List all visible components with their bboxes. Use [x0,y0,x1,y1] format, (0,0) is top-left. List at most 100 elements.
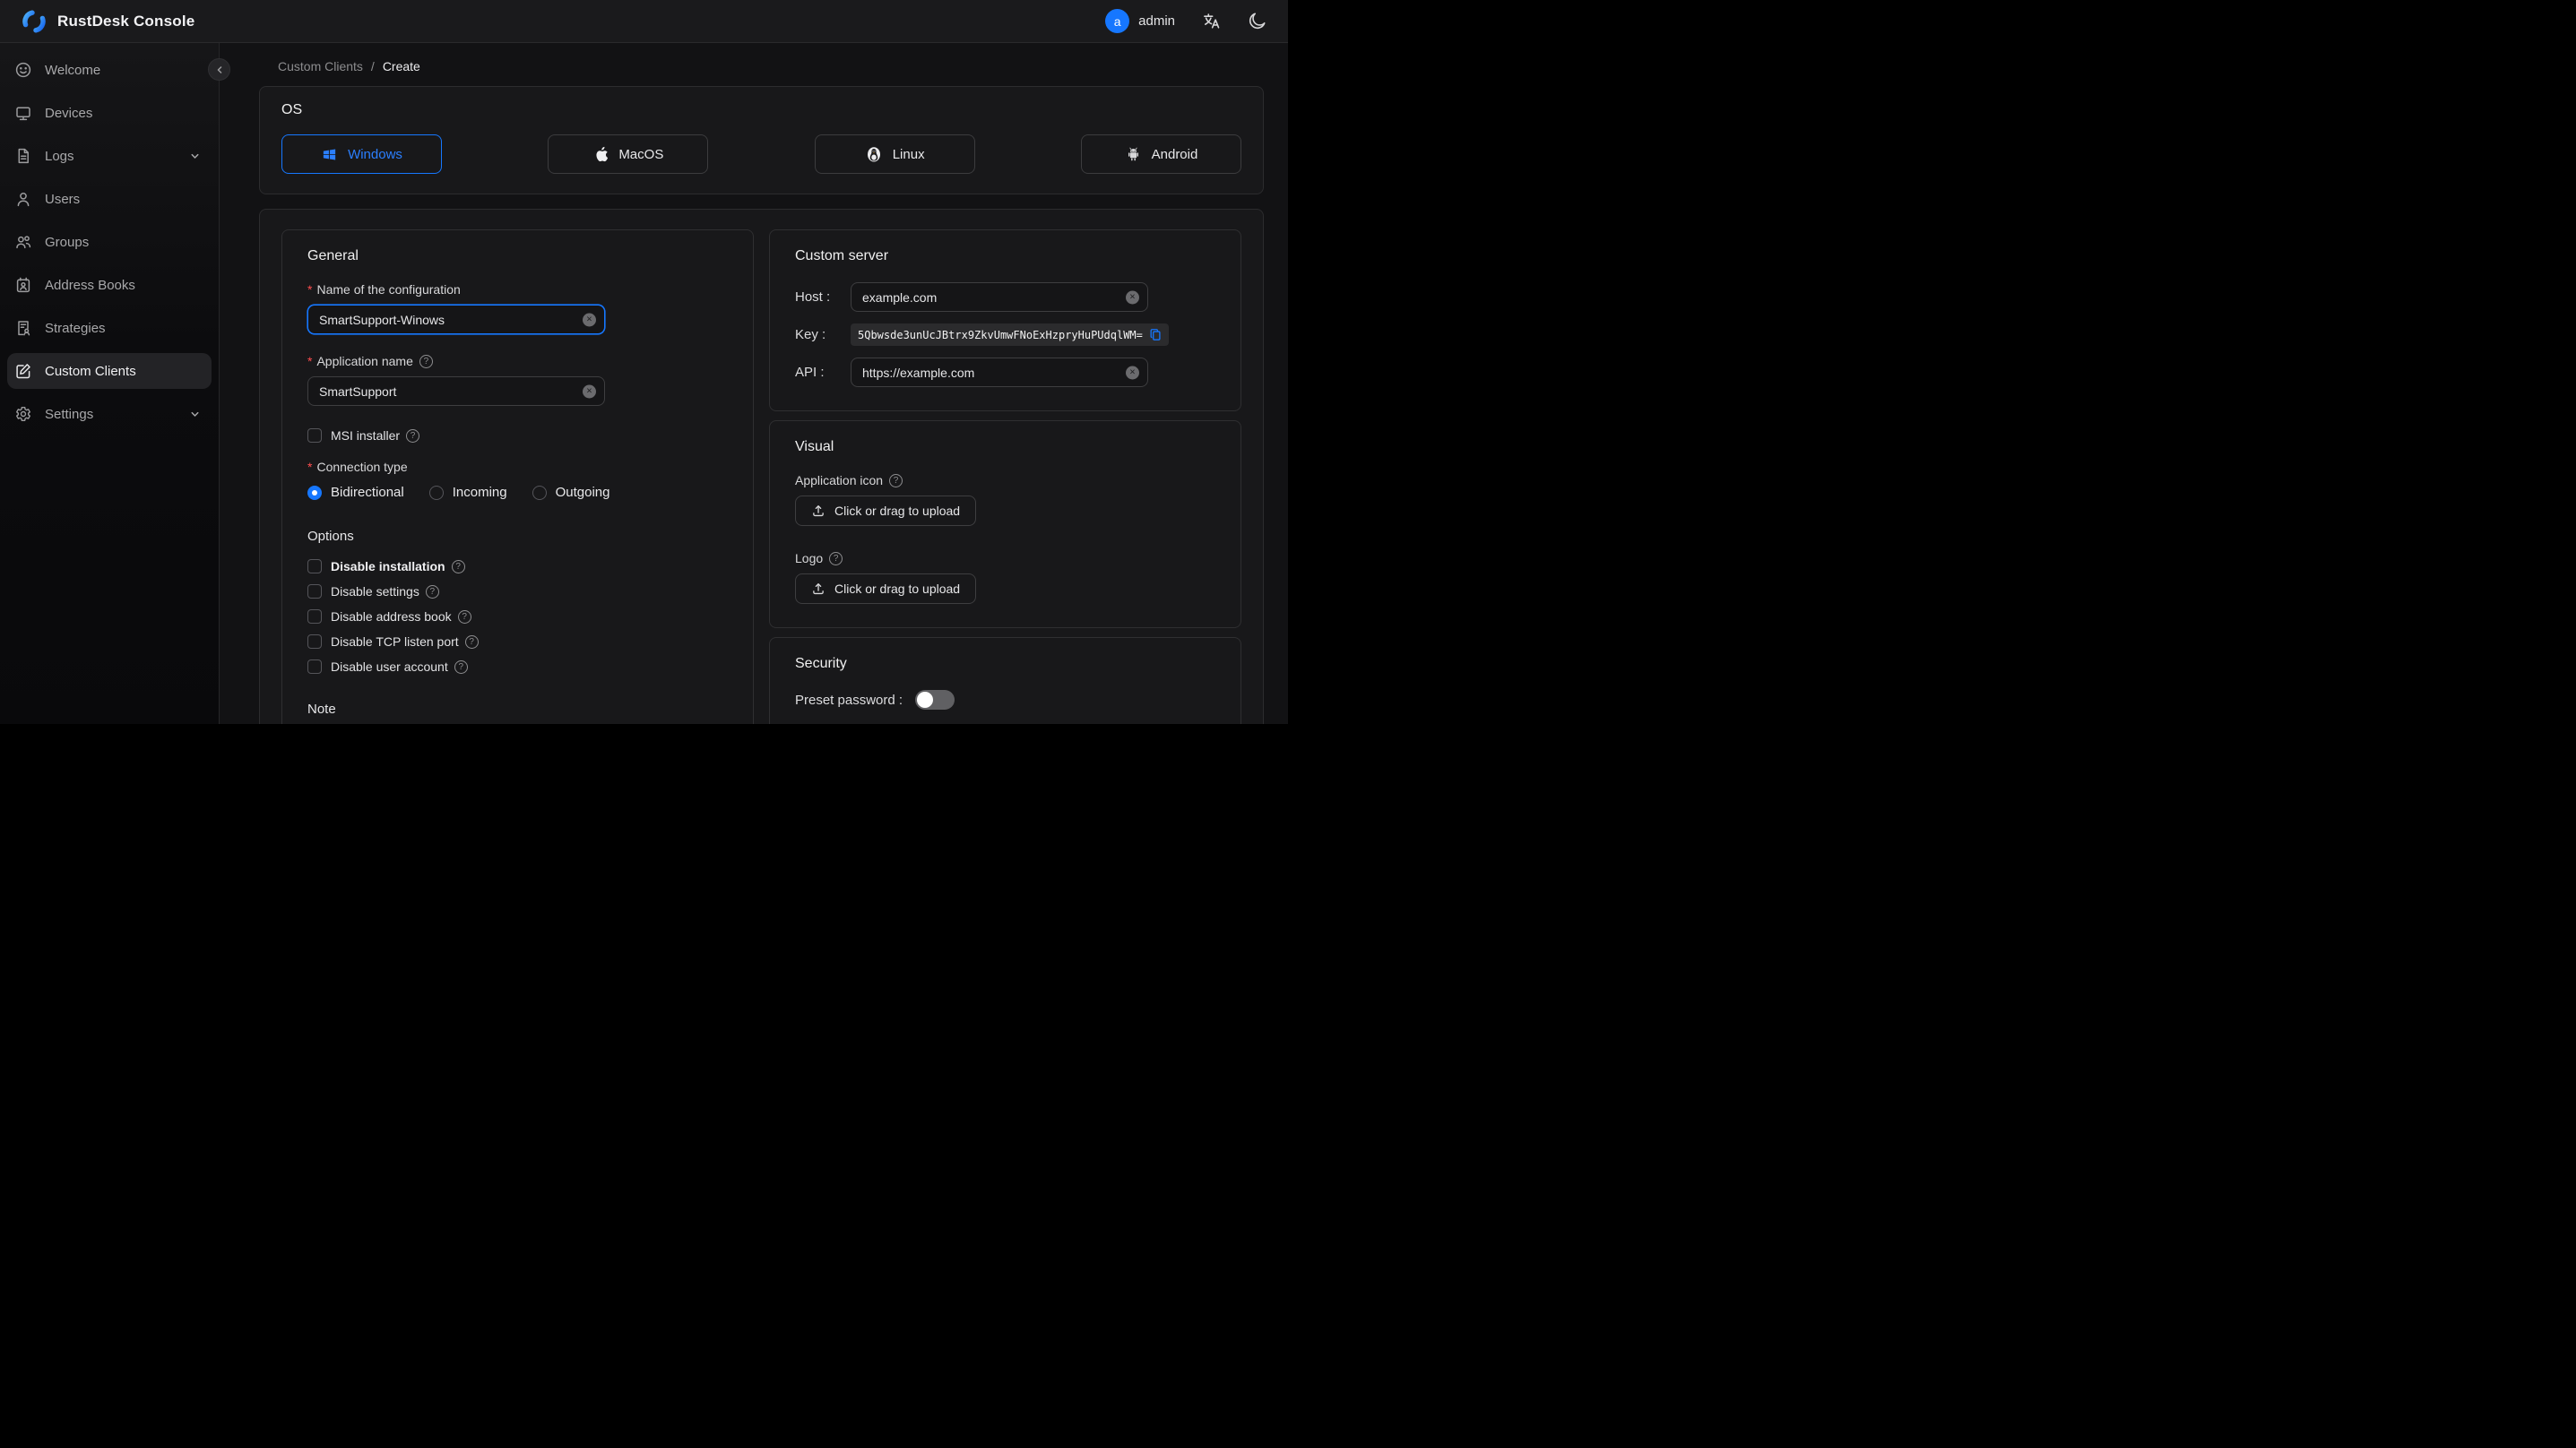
options-title: Options [307,529,354,544]
brand: RustDesk Console [22,9,194,34]
general-title: General [307,248,359,263]
required-asterisk: * [307,460,313,474]
android-logo-icon [1125,145,1142,163]
security-card: Security Preset password : [769,637,1241,724]
shell: Welcome Devices Logs Users Groups Addres… [0,43,1288,724]
application-name-input[interactable] [307,376,605,406]
clear-icon[interactable]: × [1126,290,1139,304]
os-button-label: Android [1151,146,1198,162]
sidebar-item-label: Address Books [45,277,135,293]
top-bar: RustDesk Console a admin [0,0,1288,43]
os-button-linux[interactable]: Linux [814,134,975,174]
host-input[interactable] [851,282,1148,312]
apple-logo-icon [592,145,609,163]
checkbox[interactable] [307,634,322,649]
clear-icon[interactable]: × [583,384,596,398]
help-icon[interactable]: ? [464,634,479,649]
radio-bidirectional[interactable]: Bidirectional [307,485,404,500]
sidebar-item-devices[interactable]: Devices [7,95,212,131]
sidebar-item-custom-clients[interactable]: Custom Clients [7,353,212,389]
os-button-android[interactable]: Android [1080,134,1241,174]
sidebar-item-strategies[interactable]: Strategies [7,310,212,346]
user-icon [14,190,32,208]
windows-logo-icon [321,146,338,163]
main-content: Custom Clients / Create OS Windows MacOS… [220,43,1288,724]
host-label: Host : [795,289,831,305]
username: admin [1138,13,1175,29]
host-row: Host : × [795,282,1215,312]
chevron-down-icon [189,409,201,420]
visual-title: Visual [795,439,834,454]
os-buttons: Windows MacOS Linux Android [281,134,1241,174]
sidebar-item-settings[interactable]: Settings [7,396,212,432]
sidebar-item-logs[interactable]: Logs [7,138,212,174]
api-label: API : [795,365,825,380]
checkbox[interactable] [307,559,322,573]
edit-square-icon [14,362,32,380]
radio-incoming[interactable]: Incoming [428,485,507,500]
dark-mode-icon[interactable] [1248,12,1266,30]
required-asterisk: * [307,282,313,297]
clear-icon[interactable]: × [583,313,596,326]
rustdesk-console-page: RustDesk Console a admin Welcome Devices… [0,0,1288,724]
application-icon-upload-button[interactable]: Click or drag to upload [795,496,977,526]
logo-label: Logo ? [795,551,1215,565]
preset-password-label: Preset password : [795,692,903,708]
connection-type-radios: Bidirectional Incoming Outgoing [307,485,728,500]
sidebar-item-groups[interactable]: Groups [7,224,212,260]
help-icon[interactable]: ? [889,473,903,487]
radio-unselected-icon[interactable] [532,485,547,500]
breadcrumb-parent[interactable]: Custom Clients [278,59,363,73]
help-icon[interactable]: ? [454,659,468,674]
monitor-icon [14,104,32,122]
avatar[interactable]: a [1105,9,1130,33]
sidebar-item-label: Welcome [45,62,101,78]
help-icon[interactable]: ? [829,551,843,565]
logo-upload-button[interactable]: Click or drag to upload [795,573,977,604]
sidebar-item-label: Logs [45,148,74,164]
os-title: OS [281,102,303,117]
sidebar-item-address-books[interactable]: Address Books [7,267,212,303]
upload-icon [811,582,826,596]
radio-outgoing[interactable]: Outgoing [532,485,609,500]
msi-installer-checkbox[interactable] [307,428,322,443]
radio-selected-icon[interactable] [307,485,322,500]
os-button-macos[interactable]: MacOS [548,134,709,174]
note-title: Note [307,702,336,717]
help-icon[interactable]: ? [425,584,439,599]
help-icon[interactable]: ? [419,354,433,368]
clear-icon[interactable]: × [1126,366,1139,379]
sidebar-collapse-button[interactable] [208,58,230,81]
checkbox[interactable] [307,659,322,674]
api-input[interactable] [851,358,1148,387]
connection-type-label: * Connection type [307,460,408,474]
sidebar-item-welcome[interactable]: Welcome [7,52,212,88]
help-icon[interactable]: ? [451,559,465,573]
msi-installer-row: MSI installer ? [307,426,728,445]
os-panel: OS Windows MacOS Linux Android [259,86,1264,194]
sidebar-item-users[interactable]: Users [7,181,212,217]
strategy-doc-icon [14,319,32,337]
right-column: Custom server Host : × Key : 5Qbwsde3 [769,229,1241,724]
sidebar-item-label: Users [45,191,81,207]
option-disable-settings: Disable settings ? [307,582,728,601]
configuration-name-input[interactable] [307,305,605,334]
translate-icon[interactable] [1202,12,1221,30]
sidebar-item-label: Strategies [45,320,106,336]
checkbox[interactable] [307,609,322,624]
help-icon[interactable]: ? [457,609,471,624]
help-icon[interactable]: ? [406,428,420,443]
os-button-windows[interactable]: Windows [281,134,442,174]
file-text-icon [14,147,32,165]
general-card: General * Name of the configuration × * … [281,229,754,724]
checkbox[interactable] [307,584,322,599]
user-menu[interactable]: a admin [1105,9,1175,33]
preset-password-toggle[interactable] [915,690,955,710]
sidebar-item-label: Groups [45,234,90,250]
server-key-value: 5Qbwsde3unUcJBtrx9ZkvUmwFNoExHzpryHuPUdq… [851,323,1169,346]
visual-card: Visual Application icon ? Click or drag … [769,420,1241,628]
radio-unselected-icon[interactable] [428,485,444,500]
copy-icon[interactable] [1149,328,1162,341]
app-title: RustDesk Console [57,12,195,30]
key-row: Key : 5Qbwsde3unUcJBtrx9ZkvUmwFNoExHzpry… [795,323,1215,346]
